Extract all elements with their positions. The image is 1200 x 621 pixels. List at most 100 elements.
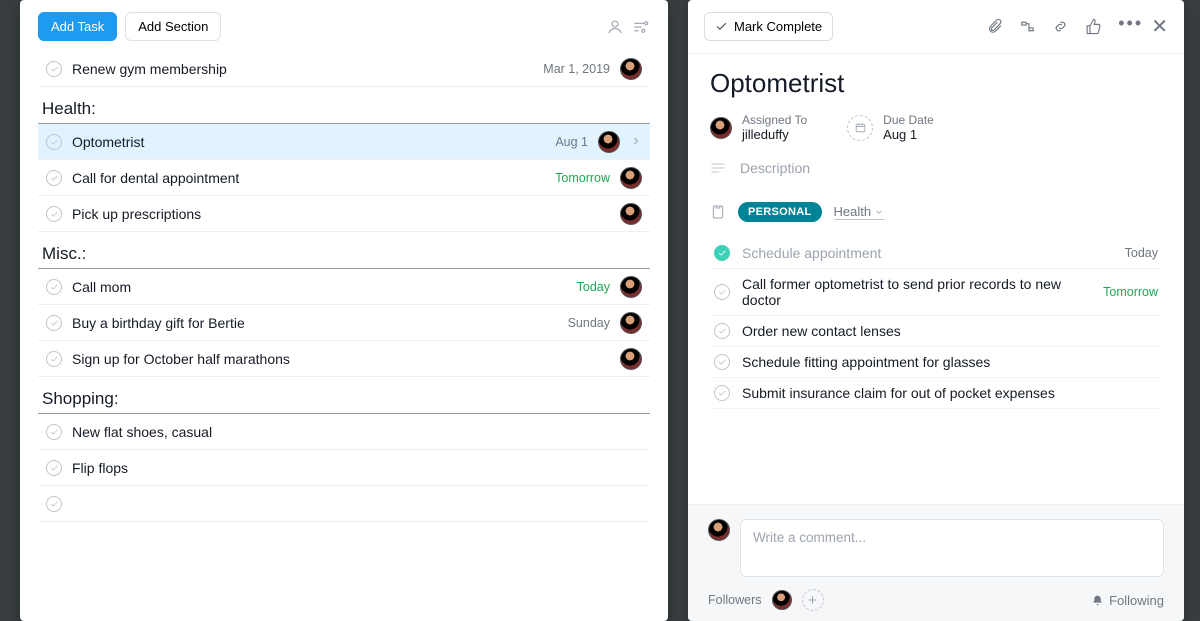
- following-toggle[interactable]: Following: [1091, 593, 1164, 608]
- task-row[interactable]: Flip flops: [38, 450, 650, 486]
- subtask-name: Schedule fitting appointment for glasses: [742, 354, 1158, 370]
- assignee-avatar[interactable]: [620, 58, 642, 80]
- calendar-icon: [847, 115, 873, 141]
- filter-icon[interactable]: [632, 18, 650, 36]
- task-name: Optometrist: [72, 134, 545, 150]
- complete-toggle[interactable]: [46, 279, 62, 295]
- task-name: New flat shoes, casual: [72, 424, 642, 440]
- assigned-label: Assigned To: [742, 113, 807, 127]
- complete-toggle[interactable]: [46, 61, 62, 77]
- like-icon[interactable]: [1085, 18, 1102, 35]
- task-row[interactable]: [38, 486, 650, 522]
- complete-toggle[interactable]: [46, 315, 62, 331]
- add-follower-button[interactable]: +: [802, 589, 824, 611]
- chevron-right-icon: [630, 134, 642, 150]
- assignee-avatar[interactable]: [598, 131, 620, 153]
- complete-toggle[interactable]: [46, 460, 62, 476]
- due-value: Aug 1: [883, 127, 934, 142]
- due-date[interactable]: Due Date Aug 1: [847, 113, 934, 142]
- section-header[interactable]: Health:: [38, 93, 650, 124]
- close-icon[interactable]: ✕: [1151, 20, 1168, 34]
- complete-toggle[interactable]: [714, 245, 730, 261]
- subtask-name: Call former optometrist to send prior re…: [742, 276, 1091, 308]
- task-date: Today: [577, 280, 610, 294]
- task-row[interactable]: Sign up for October half marathons: [38, 341, 650, 377]
- complete-toggle[interactable]: [46, 170, 62, 186]
- task-row[interactable]: Buy a birthday gift for Bertie Sunday: [38, 305, 650, 341]
- subtask-list: Schedule appointment Today Call former opt…: [710, 238, 1162, 409]
- task-row[interactable]: New flat shoes, casual: [38, 414, 650, 450]
- comment-input[interactable]: Write a comment...: [740, 519, 1164, 577]
- more-icon[interactable]: •••: [1118, 18, 1135, 35]
- task-name: Buy a birthday gift for Bertie: [72, 315, 558, 331]
- task-list: Renew gym membershipMar 1, 2019Health:Op…: [20, 51, 668, 621]
- task-name: Renew gym membership: [72, 61, 533, 77]
- subtask-name: Submit insurance claim for out of pocket…: [742, 385, 1158, 401]
- assignee-avatar[interactable]: [620, 203, 642, 225]
- follower-avatar[interactable]: [772, 590, 792, 610]
- task-date: Aug 1: [555, 135, 588, 149]
- due-label: Due Date: [883, 113, 934, 127]
- add-task-button[interactable]: Add Task: [38, 12, 117, 41]
- add-section-button[interactable]: Add Section: [125, 12, 221, 41]
- complete-toggle[interactable]: [46, 496, 62, 512]
- description-icon: [710, 162, 726, 174]
- subtask-row[interactable]: Schedule appointment Today: [710, 238, 1162, 269]
- category-select[interactable]: Health: [834, 204, 885, 220]
- task-list-panel: Add Task Add Section Renew gym membershi…: [20, 0, 668, 621]
- subtask-name: Order new contact lenses: [742, 323, 1158, 339]
- section-header[interactable]: Misc.:: [38, 238, 650, 269]
- assignee-avatar[interactable]: [620, 348, 642, 370]
- task-name: Call for dental appointment: [72, 170, 545, 186]
- subtask-row[interactable]: Call former optometrist to send prior re…: [710, 269, 1162, 316]
- task-name: Pick up prescriptions: [72, 206, 610, 222]
- task-row[interactable]: Call mom Today: [38, 269, 650, 305]
- complete-toggle[interactable]: [714, 354, 730, 370]
- project-icon: [710, 204, 726, 220]
- project-pill[interactable]: PERSONAL: [738, 202, 822, 222]
- complete-toggle[interactable]: [714, 385, 730, 401]
- section-header[interactable]: Shopping:: [38, 383, 650, 414]
- task-row[interactable]: Call for dental appointment Tomorrow: [38, 160, 650, 196]
- complete-toggle[interactable]: [46, 134, 62, 150]
- task-name: Sign up for October half marathons: [72, 351, 610, 367]
- subtask-date: Tomorrow: [1103, 285, 1158, 299]
- task-row[interactable]: Optometrist Aug 1: [38, 124, 650, 160]
- complete-toggle[interactable]: [46, 206, 62, 222]
- chevron-down-icon: [874, 207, 884, 217]
- complete-toggle[interactable]: [46, 424, 62, 440]
- subtask-date: Today: [1125, 246, 1158, 260]
- complete-toggle[interactable]: [46, 351, 62, 367]
- subtask-row[interactable]: Schedule fitting appointment for glasses: [710, 347, 1162, 378]
- comment-area: Write a comment... Followers + Following: [688, 504, 1184, 621]
- person-icon[interactable]: [606, 18, 624, 36]
- task-row[interactable]: Pick up prescriptions: [38, 196, 650, 232]
- task-title[interactable]: Optometrist: [710, 68, 1162, 99]
- detail-toolbar: Mark Complete ••• ✕: [688, 0, 1184, 54]
- assignee-avatar[interactable]: [620, 276, 642, 298]
- complete-toggle[interactable]: [714, 323, 730, 339]
- task-date: Tomorrow: [555, 171, 610, 185]
- task-date: Sunday: [568, 316, 610, 330]
- task-name: Call mom: [72, 279, 567, 295]
- link-icon[interactable]: [1052, 18, 1069, 35]
- bell-icon: [1091, 594, 1104, 607]
- task-detail-panel: Mark Complete ••• ✕ Optometrist Assigned…: [688, 0, 1184, 621]
- subtask-icon[interactable]: [1019, 18, 1036, 35]
- attachment-icon[interactable]: [986, 18, 1003, 35]
- description-label: Description: [740, 160, 810, 176]
- subtask-name: Schedule appointment: [742, 245, 1113, 261]
- followers-label: Followers: [708, 593, 762, 607]
- left-toolbar: Add Task Add Section: [20, 0, 668, 51]
- subtask-row[interactable]: Order new contact lenses: [710, 316, 1162, 347]
- assignee-avatar[interactable]: [620, 312, 642, 334]
- subtask-row[interactable]: Submit insurance claim for out of pocket…: [710, 378, 1162, 409]
- assigned-to[interactable]: Assigned To jilleduffy: [710, 113, 807, 142]
- task-name: Flip flops: [72, 460, 642, 476]
- description-field[interactable]: Description: [710, 160, 1162, 176]
- task-row[interactable]: Renew gym membershipMar 1, 2019: [38, 51, 650, 87]
- avatar: [708, 519, 730, 541]
- assignee-avatar[interactable]: [620, 167, 642, 189]
- mark-complete-button[interactable]: Mark Complete: [704, 12, 833, 41]
- complete-toggle[interactable]: [714, 284, 730, 300]
